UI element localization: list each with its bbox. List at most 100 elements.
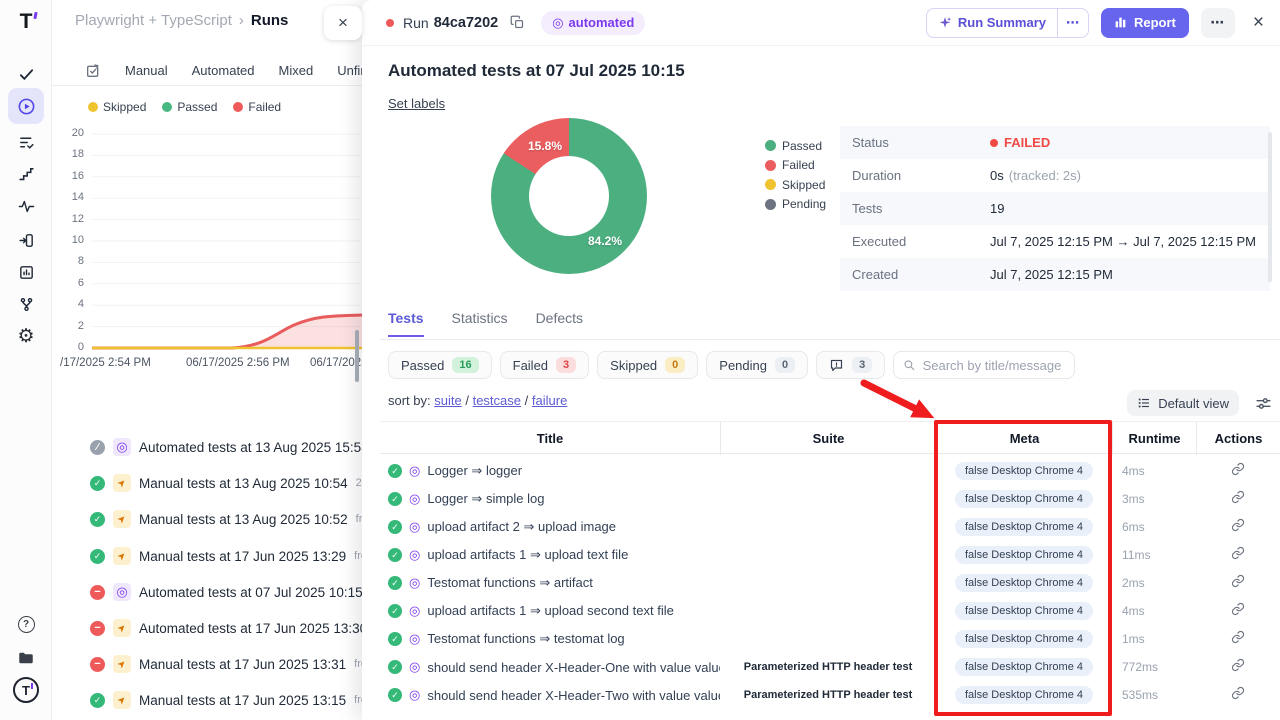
test-runtime: 4ms xyxy=(1112,464,1196,478)
table-row[interactable]: upload artifact 2 ⇒ upload image false D… xyxy=(380,513,1280,541)
passed-check-icon xyxy=(388,548,402,562)
imports-icon[interactable] xyxy=(0,226,52,254)
chip-comments[interactable]: 3 xyxy=(816,351,885,379)
run-title: Automated tests at 17 Jun 2025 13:30 xyxy=(139,621,362,636)
tab-mixed[interactable]: Mixed xyxy=(279,63,314,78)
test-title: upload artifacts 1 ⇒ upload text file xyxy=(427,547,628,563)
table-row[interactable]: Testomat functions ⇒ artifact false Desk… xyxy=(380,569,1280,597)
link-icon[interactable] xyxy=(1231,462,1245,481)
passed-count-badge: 16 xyxy=(452,357,478,373)
table-row[interactable]: Logger ⇒ simple log false Desktop Chrome… xyxy=(380,485,1280,513)
sort-testcase-link[interactable]: testcase xyxy=(473,393,521,408)
run-list-item[interactable]: Automated tests at 17 Jun 2025 13:30 xyxy=(52,616,362,640)
tab-statistics[interactable]: Statistics xyxy=(452,310,508,337)
info-row-executed: Executed Jul 7, 2025 12:15 PM → Jul 7, 2… xyxy=(840,225,1270,258)
col-meta[interactable]: Meta xyxy=(936,422,1112,455)
table-row[interactable]: Logger ⇒ logger false Desktop Chrome 4 4… xyxy=(380,457,1280,485)
col-title[interactable]: Title xyxy=(380,422,720,455)
close-run-icon[interactable]: × xyxy=(1253,12,1264,34)
filter-settings-icon[interactable] xyxy=(1255,395,1272,412)
branches-icon[interactable] xyxy=(0,290,52,318)
breadcrumb-project[interactable]: Playwright + TypeScript xyxy=(75,12,232,29)
run-summary-button[interactable]: Run Summary xyxy=(927,9,1057,37)
meta-badge: false Desktop Chrome 4 xyxy=(955,462,1093,480)
close-runs-tab-button[interactable]: × xyxy=(324,6,362,40)
link-icon[interactable] xyxy=(1231,574,1245,593)
info-row-tests: Tests 19 xyxy=(840,192,1270,225)
col-suite[interactable]: Suite xyxy=(720,422,936,455)
run-summary-group: Run Summary ⋯ xyxy=(926,8,1089,38)
report-button[interactable]: Report xyxy=(1101,8,1189,38)
run-status-icon xyxy=(90,512,105,527)
table-row[interactable]: should send header X-Header-Two with val… xyxy=(380,681,1280,709)
link-icon[interactable] xyxy=(1231,518,1245,537)
pulse-icon[interactable] xyxy=(0,192,52,220)
run-list-item[interactable]: Manual tests at 13 Aug 2025 10:54 2 xyxy=(52,471,362,495)
search-input[interactable] xyxy=(923,358,1066,373)
legend-pending: Pending xyxy=(765,195,826,215)
run-list-item[interactable]: Automated tests at 07 Jul 2025 10:15 xyxy=(52,580,362,604)
table-row[interactable]: upload artifacts 1 ⇒ upload text file fa… xyxy=(380,541,1280,569)
tab-unfinished[interactable]: Unfinished xyxy=(337,63,362,78)
link-icon[interactable] xyxy=(1231,602,1245,621)
tests-icon[interactable] xyxy=(0,60,52,88)
help-icon[interactable]: ? xyxy=(0,610,52,638)
automated-test-icon xyxy=(409,575,420,591)
link-icon[interactable] xyxy=(1231,546,1245,565)
select-runs-icon[interactable] xyxy=(85,63,101,79)
runs-icon[interactable] xyxy=(8,88,44,124)
chip-passed[interactable]: Passed16 xyxy=(388,351,492,379)
comments-count-badge: 3 xyxy=(852,357,872,373)
test-plans-icon[interactable] xyxy=(0,128,52,156)
sort-failure-link[interactable]: failure xyxy=(532,393,567,408)
settings-icon[interactable]: ⚙ xyxy=(0,322,52,350)
table-row[interactable]: upload artifacts 1 ⇒ upload second text … xyxy=(380,597,1280,625)
analytics-icon[interactable] xyxy=(0,258,52,286)
run-list-item[interactable]: Automated tests at 13 Aug 2025 15:53 xyxy=(52,435,362,459)
passed-check-icon xyxy=(388,520,402,534)
link-icon[interactable] xyxy=(1231,490,1245,509)
col-runtime[interactable]: Runtime xyxy=(1112,422,1196,455)
automated-test-icon xyxy=(409,631,420,647)
run-suffix: from xyxy=(354,694,362,706)
link-icon[interactable] xyxy=(1231,630,1245,649)
run-list-item[interactable]: Manual tests at 17 Jun 2025 13:15 from xyxy=(52,688,362,712)
tab-automated[interactable]: Automated xyxy=(192,63,255,78)
chip-pending[interactable]: Pending0 xyxy=(706,351,808,379)
run-list-item[interactable]: Manual tests at 17 Jun 2025 13:29 from xyxy=(52,544,362,568)
info-scrollbar[interactable] xyxy=(1268,132,1272,282)
sort-suite-link[interactable]: suite xyxy=(434,393,461,408)
link-icon[interactable] xyxy=(1231,658,1245,677)
test-runtime: 1ms xyxy=(1112,632,1196,646)
milestones-icon[interactable] xyxy=(0,160,52,188)
tab-manual[interactable]: Manual xyxy=(125,63,168,78)
panel-scrollbar[interactable] xyxy=(355,330,359,382)
table-row[interactable]: Testomat functions ⇒ testomat log false … xyxy=(380,625,1280,653)
profile-avatar[interactable]: T xyxy=(0,676,52,704)
app-logo-icon[interactable]: T xyxy=(0,8,52,36)
chip-failed[interactable]: Failed3 xyxy=(500,351,590,379)
donut-chart: 15.8% 84.2% xyxy=(491,118,647,274)
default-view-button[interactable]: Default view xyxy=(1127,390,1239,416)
table-row[interactable]: should send header X-Header-One with val… xyxy=(380,653,1280,681)
run-list-item[interactable]: Manual tests at 17 Jun 2025 13:31 from xyxy=(52,652,362,676)
failed-dot-icon xyxy=(765,160,776,171)
info-row-created: Created Jul 7, 2025 12:15 PM xyxy=(840,258,1270,291)
copy-icon[interactable] xyxy=(510,15,525,30)
run-title: Manual tests at 17 Jun 2025 13:29 xyxy=(139,549,346,564)
automated-test-icon xyxy=(409,687,420,703)
tab-tests[interactable]: Tests xyxy=(388,310,424,337)
run-summary-more-button[interactable]: ⋯ xyxy=(1058,9,1088,37)
projects-folder-icon[interactable] xyxy=(0,644,52,672)
passed-check-icon xyxy=(388,688,402,702)
link-icon[interactable] xyxy=(1231,686,1245,705)
test-title: should send header X-Header-One with val… xyxy=(427,660,720,675)
chip-skipped[interactable]: Skipped0 xyxy=(597,351,698,379)
run-list-item[interactable]: Manual tests at 13 Aug 2025 10:52 from xyxy=(52,507,362,531)
set-labels-link[interactable]: Set labels xyxy=(388,96,445,111)
test-suite: Parameterized HTTP header test xyxy=(720,661,936,673)
more-options-button[interactable]: ⋯ xyxy=(1201,8,1235,38)
automated-badge[interactable]: automated xyxy=(541,11,645,35)
tab-defects[interactable]: Defects xyxy=(536,310,583,337)
col-actions[interactable]: Actions xyxy=(1196,422,1280,455)
